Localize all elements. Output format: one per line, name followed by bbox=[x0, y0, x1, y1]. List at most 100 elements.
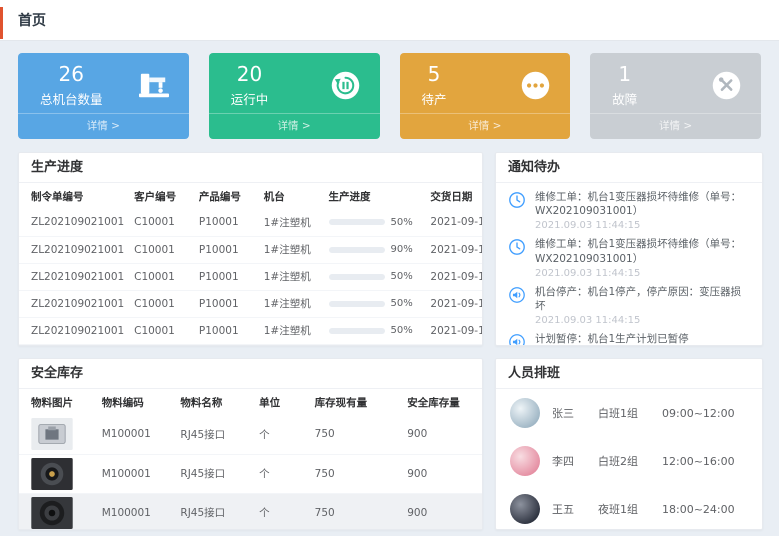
cell-progress: 50% bbox=[325, 209, 427, 236]
cell-material-name: RJ45接口 bbox=[176, 454, 255, 493]
rj45-photo bbox=[31, 418, 94, 450]
staff-shift: 夜班1组 bbox=[598, 501, 662, 517]
cell-order: ZL202109021001 bbox=[19, 263, 130, 290]
stat-detail-link[interactable]: 详情 > bbox=[209, 113, 380, 139]
staff-time: 09:00~12:00 bbox=[662, 407, 735, 420]
table-header-row: 物料图片 物料编码 物料名称 单位 库存现有量 安全库存量 bbox=[19, 389, 482, 415]
notification-text: 维修工单：机台1变压器损坏待维修（单号：WX202109031001） bbox=[535, 237, 750, 265]
notification-text: 计划暂停：机台1生产计划已暂停 bbox=[535, 332, 689, 346]
notification-list: 维修工单：机台1变压器损坏待维修（单号：WX202109031001） 2021… bbox=[496, 183, 762, 346]
running-icon bbox=[329, 69, 362, 102]
cell-date: 2021-09-10 bbox=[426, 290, 482, 317]
cell-customer: C10001 bbox=[130, 317, 195, 344]
notification-time: 2021.09.03 11:44:15 bbox=[535, 220, 750, 231]
column-header: 物料编码 bbox=[98, 389, 177, 415]
table-row: M100001 RJ45接口 个 750 900 bbox=[19, 415, 482, 454]
stat-card-body: 5 待产 bbox=[400, 53, 571, 113]
stat-card-body: 1 故障 bbox=[590, 53, 761, 113]
cell-progress: 90% bbox=[325, 236, 427, 263]
left-edge-accent bbox=[0, 7, 3, 39]
progress-bar: 90% bbox=[329, 244, 413, 255]
notification-item[interactable]: 维修工单：机台1变压器损坏待维修（单号：WX202109031001） 2021… bbox=[508, 190, 750, 231]
notification-item[interactable]: 机台停产：机台1停产，停产原因：变压器损坏 2021.09.03 11:44:1… bbox=[508, 285, 750, 326]
machine-icon bbox=[137, 70, 171, 100]
notification-time: 2021.09.03 11:44:15 bbox=[535, 315, 750, 326]
connector-photo bbox=[31, 458, 94, 490]
column-header: 产品编号 bbox=[195, 183, 260, 209]
column-header: 交货日期 bbox=[426, 183, 482, 209]
cell-unit: 个 bbox=[255, 493, 311, 530]
notification-item[interactable]: 计划暂停：机台1生产计划已暂停 2021.09.03 11:44:15 bbox=[508, 332, 750, 346]
standby-icon bbox=[519, 69, 552, 102]
stat-detail-link[interactable]: 详情 > bbox=[18, 113, 189, 139]
staff-time: 12:00~16:00 bbox=[662, 455, 735, 468]
production-progress-panel: 生产进度 制令单编号 客户编号 产品编号 机台 生产进度 交货日期 ZL2021… bbox=[18, 152, 483, 346]
staff-shift: 白班2组 bbox=[598, 453, 662, 469]
table-row: M100001 RJ45接口 个 750 900 bbox=[19, 454, 482, 493]
notifications-panel: 通知待办 维修工单：机台1变压器损坏待维修（单号：WX202109031001）… bbox=[495, 152, 763, 346]
cell-date: 2021-09-10 bbox=[426, 317, 482, 344]
column-header: 生产进度 bbox=[325, 183, 427, 209]
topbar: 首页 bbox=[0, 0, 779, 41]
clock-icon bbox=[508, 190, 527, 231]
progress-percent: 50% bbox=[391, 298, 413, 309]
avatar bbox=[510, 398, 540, 428]
column-header: 机台 bbox=[260, 183, 325, 209]
dashboard-grid: 生产进度 制令单编号 客户编号 产品编号 机台 生产进度 交货日期 ZL2021… bbox=[18, 152, 763, 530]
cell-progress: 50% bbox=[325, 263, 427, 290]
cell-product: P10001 bbox=[195, 236, 260, 263]
cell-order: ZL202109021001 bbox=[19, 290, 130, 317]
cell-product: P10001 bbox=[195, 290, 260, 317]
progress-percent: 50% bbox=[391, 325, 413, 336]
cell-date: 2021-09-10 bbox=[426, 263, 482, 290]
stat-value: 1 bbox=[612, 62, 637, 87]
progress-bar: 50% bbox=[329, 217, 413, 228]
cell-material-code: M100001 bbox=[98, 454, 177, 493]
cell-progress: 50% bbox=[325, 290, 427, 317]
staff-name: 李四 bbox=[552, 453, 598, 469]
stat-card-total-machines[interactable]: 26 总机台数量 详情 > bbox=[18, 53, 189, 139]
cell-stock: 750 bbox=[311, 454, 404, 493]
cell-customer: C10001 bbox=[130, 209, 195, 236]
table-row: ZL202109021001 C10001 P10001 1#注塑机 50% 2… bbox=[19, 209, 482, 236]
cell-progress: 50% bbox=[325, 317, 427, 344]
stat-value: 26 bbox=[40, 62, 103, 87]
cell-customer: C10001 bbox=[130, 263, 195, 290]
cell-date: 2021-09-10 bbox=[426, 236, 482, 263]
announce-icon bbox=[508, 332, 527, 346]
stat-card-running[interactable]: 20 运行中 详情 > bbox=[209, 53, 380, 139]
notification-text: 维修工单：机台1变压器损坏待维修（单号：WX202109031001） bbox=[535, 190, 750, 218]
notification-item[interactable]: 维修工单：机台1变压器损坏待维修（单号：WX202109031001） 2021… bbox=[508, 237, 750, 278]
staff-row: 张三 白班1组 09:00~12:00 bbox=[496, 389, 762, 437]
cell-date: 2021-09-10 bbox=[426, 209, 482, 236]
clock-icon bbox=[508, 237, 527, 278]
progress-percent: 50% bbox=[391, 217, 413, 228]
table-header-row: 制令单编号 客户编号 产品编号 机台 生产进度 交货日期 bbox=[19, 183, 482, 209]
progress-percent: 90% bbox=[391, 244, 413, 255]
cell-safety-stock: 900 bbox=[403, 415, 482, 454]
stat-card-fault[interactable]: 1 故障 详情 > bbox=[590, 53, 761, 139]
panel-title: 通知待办 bbox=[496, 153, 762, 183]
cell-order: ZL202109021001 bbox=[19, 236, 130, 263]
cell-machine: 1#注塑机 bbox=[260, 317, 325, 344]
inventory-table: 物料图片 物料编码 物料名称 单位 库存现有量 安全库存量 bbox=[19, 389, 482, 530]
avatar bbox=[510, 446, 540, 476]
progress-percent: 50% bbox=[391, 271, 413, 282]
notification-time: 2021.09.03 11:44:15 bbox=[535, 268, 750, 279]
stat-card-standby[interactable]: 5 待产 详情 > bbox=[400, 53, 571, 139]
stat-detail-link[interactable]: 详情 > bbox=[400, 113, 571, 139]
panel-title: 生产进度 bbox=[19, 153, 482, 183]
cell-stock: 750 bbox=[311, 493, 404, 530]
cell-product: P10001 bbox=[195, 263, 260, 290]
stat-detail-link[interactable]: 详情 > bbox=[590, 113, 761, 139]
tab-home[interactable]: 首页 bbox=[18, 10, 46, 30]
cell-safety-stock: 900 bbox=[403, 454, 482, 493]
cell-material-code: M100001 bbox=[98, 493, 177, 530]
stat-label: 运行中 bbox=[231, 89, 269, 108]
cell-unit: 个 bbox=[255, 454, 311, 493]
staff-row: 李四 白班2组 12:00~16:00 bbox=[496, 437, 762, 485]
stats-row: 26 总机台数量 详情 > 20 运行中 bbox=[18, 53, 761, 139]
cell-material-name: RJ45接口 bbox=[176, 493, 255, 530]
column-header: 库存现有量 bbox=[311, 389, 404, 415]
safety-stock-panel: 安全库存 物料图片 物料编码 物料名称 单位 库存现有量 安全库存量 bbox=[18, 358, 483, 530]
